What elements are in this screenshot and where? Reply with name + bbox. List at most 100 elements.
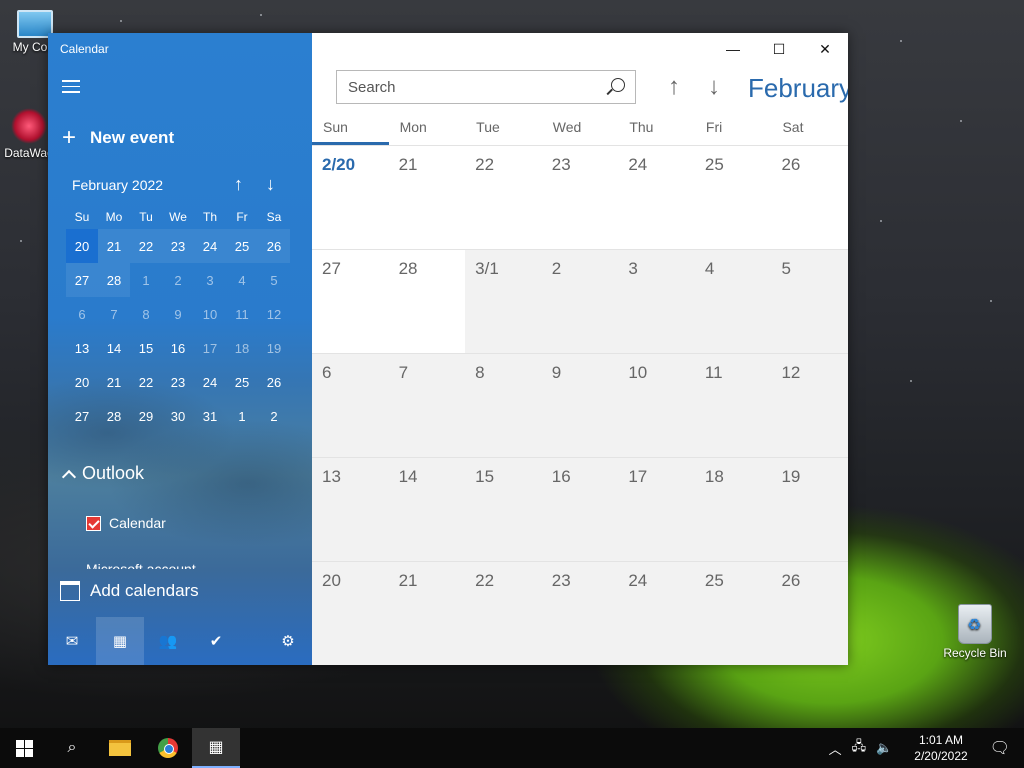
mini-day[interactable]: 1 (130, 263, 162, 297)
mini-day[interactable]: 9 (162, 297, 194, 331)
day-cell[interactable]: 26 (771, 562, 848, 665)
mini-day[interactable]: 3 (194, 263, 226, 297)
day-cell[interactable]: 12 (771, 354, 848, 457)
day-cell[interactable]: 15 (465, 458, 542, 561)
mini-day[interactable]: 28 (98, 399, 130, 433)
mini-day[interactable]: 28 (98, 263, 130, 297)
mini-day[interactable]: 20 (66, 229, 98, 263)
mini-day[interactable]: 24 (194, 229, 226, 263)
mini-day[interactable]: 15 (130, 331, 162, 365)
mini-day[interactable]: 23 (162, 365, 194, 399)
microsoft-account-header[interactable]: Microsoft account (86, 561, 196, 569)
mini-day[interactable]: 2 (258, 399, 290, 433)
people-icon[interactable]: 👥 (144, 617, 192, 665)
todo-icon[interactable]: ✔ (192, 617, 240, 665)
day-cell[interactable]: 21 (388, 562, 466, 665)
day-cell[interactable]: 24 (618, 562, 695, 665)
mini-calendar-month[interactable]: February 2022 (72, 177, 163, 193)
chevron-up-icon[interactable]: ︿ (829, 739, 842, 758)
mini-day[interactable]: 30 (162, 399, 194, 433)
mini-day[interactable]: 16 (162, 331, 194, 365)
mini-day[interactable]: 19 (258, 331, 290, 365)
mini-day[interactable]: 23 (162, 229, 194, 263)
day-cell[interactable]: 6 (312, 354, 389, 457)
calendar-taskbar-button[interactable]: ▦ (192, 728, 240, 768)
day-cell[interactable]: 7 (388, 354, 466, 457)
start-button[interactable] (0, 728, 48, 768)
maximize-icon[interactable]: ☐ (756, 33, 802, 65)
hamburger-menu-icon[interactable] (62, 80, 80, 94)
checkbox[interactable] (86, 515, 101, 531)
day-cell[interactable]: 28 (389, 250, 466, 353)
mini-day[interactable]: 13 (66, 331, 98, 365)
day-cell[interactable]: 22 (465, 562, 542, 665)
mini-day[interactable]: 5 (258, 263, 290, 297)
day-cell[interactable]: 4 (694, 250, 772, 353)
mini-day[interactable]: 27 (66, 263, 98, 297)
calendar-icon[interactable]: ▦ (96, 617, 144, 665)
mini-day[interactable]: 27 (66, 399, 98, 433)
day-cell[interactable]: 21 (389, 146, 466, 249)
clock[interactable]: 1:01 AM 2/20/2022 (914, 732, 967, 764)
notifications-icon[interactable]: 🗨 (990, 738, 1010, 758)
day-cell[interactable]: 25 (694, 562, 772, 665)
day-cell[interactable]: 9 (541, 354, 619, 457)
day-cell[interactable]: 2 (541, 250, 619, 353)
outlook-account-header[interactable]: Outlook (61, 463, 144, 484)
day-cell[interactable]: 20 (312, 562, 389, 665)
mini-day[interactable]: 21 (98, 365, 130, 399)
day-cell[interactable]: 2/20 (312, 146, 389, 249)
mini-day[interactable]: 17 (194, 331, 226, 365)
day-cell[interactable]: 10 (618, 354, 695, 457)
arrow-up-icon[interactable]: ↑ (234, 174, 243, 195)
mini-day[interactable]: 26 (258, 365, 290, 399)
search-icon[interactable] (611, 78, 625, 92)
mini-day[interactable]: 21 (98, 229, 130, 263)
mini-day[interactable]: 20 (66, 365, 98, 399)
day-cell[interactable]: 16 (541, 458, 619, 561)
add-calendars-button[interactable]: Add calendars (60, 581, 199, 601)
mini-day[interactable]: 25 (226, 229, 258, 263)
month-title[interactable]: February (748, 73, 848, 104)
day-cell[interactable]: 22 (465, 146, 542, 249)
day-cell[interactable]: 18 (694, 458, 772, 561)
mini-day[interactable]: 25 (226, 365, 258, 399)
mini-day[interactable]: 2 (162, 263, 194, 297)
mini-day[interactable]: 8 (130, 297, 162, 331)
day-cell[interactable]: 5 (771, 250, 848, 353)
mini-day[interactable]: 11 (226, 297, 258, 331)
day-cell[interactable]: 3/1 (465, 250, 542, 353)
day-cell[interactable]: 11 (694, 354, 772, 457)
mini-day[interactable]: 29 (130, 399, 162, 433)
mini-day[interactable]: 24 (194, 365, 226, 399)
mini-day[interactable]: 26 (258, 229, 290, 263)
mini-day[interactable]: 12 (258, 297, 290, 331)
desktop-icon-recycle-bin[interactable]: Recycle Bin (940, 604, 1010, 660)
file-explorer-button[interactable] (96, 728, 144, 768)
previous-month-icon[interactable]: ↑ (668, 73, 680, 101)
mail-icon[interactable]: ✉ (48, 617, 96, 665)
day-cell[interactable]: 25 (695, 146, 772, 249)
calendar-checkbox-item[interactable]: Calendar (86, 515, 166, 531)
day-cell[interactable]: 27 (312, 250, 389, 353)
day-cell[interactable]: 23 (541, 562, 619, 665)
mini-day[interactable]: 6 (66, 297, 98, 331)
day-cell[interactable]: 8 (465, 354, 542, 457)
mini-day[interactable]: 10 (194, 297, 226, 331)
mini-day[interactable]: 18 (226, 331, 258, 365)
next-month-icon[interactable]: ↓ (708, 73, 720, 101)
day-cell[interactable]: 17 (618, 458, 695, 561)
settings-gear-icon[interactable]: ⚙ (264, 617, 312, 665)
mini-day[interactable]: 22 (130, 365, 162, 399)
minimize-icon[interactable]: — (710, 33, 756, 65)
day-cell[interactable]: 14 (388, 458, 466, 561)
day-cell[interactable]: 26 (771, 146, 848, 249)
day-cell[interactable]: 13 (312, 458, 389, 561)
network-icon[interactable]: 🖧 (852, 737, 867, 759)
volume-icon[interactable]: 🔈 (876, 740, 892, 756)
new-event-button[interactable]: + New event (62, 126, 174, 150)
day-cell[interactable]: 3 (618, 250, 695, 353)
chrome-button[interactable] (144, 728, 192, 768)
day-cell[interactable]: 19 (771, 458, 848, 561)
mini-day[interactable]: 22 (130, 229, 162, 263)
